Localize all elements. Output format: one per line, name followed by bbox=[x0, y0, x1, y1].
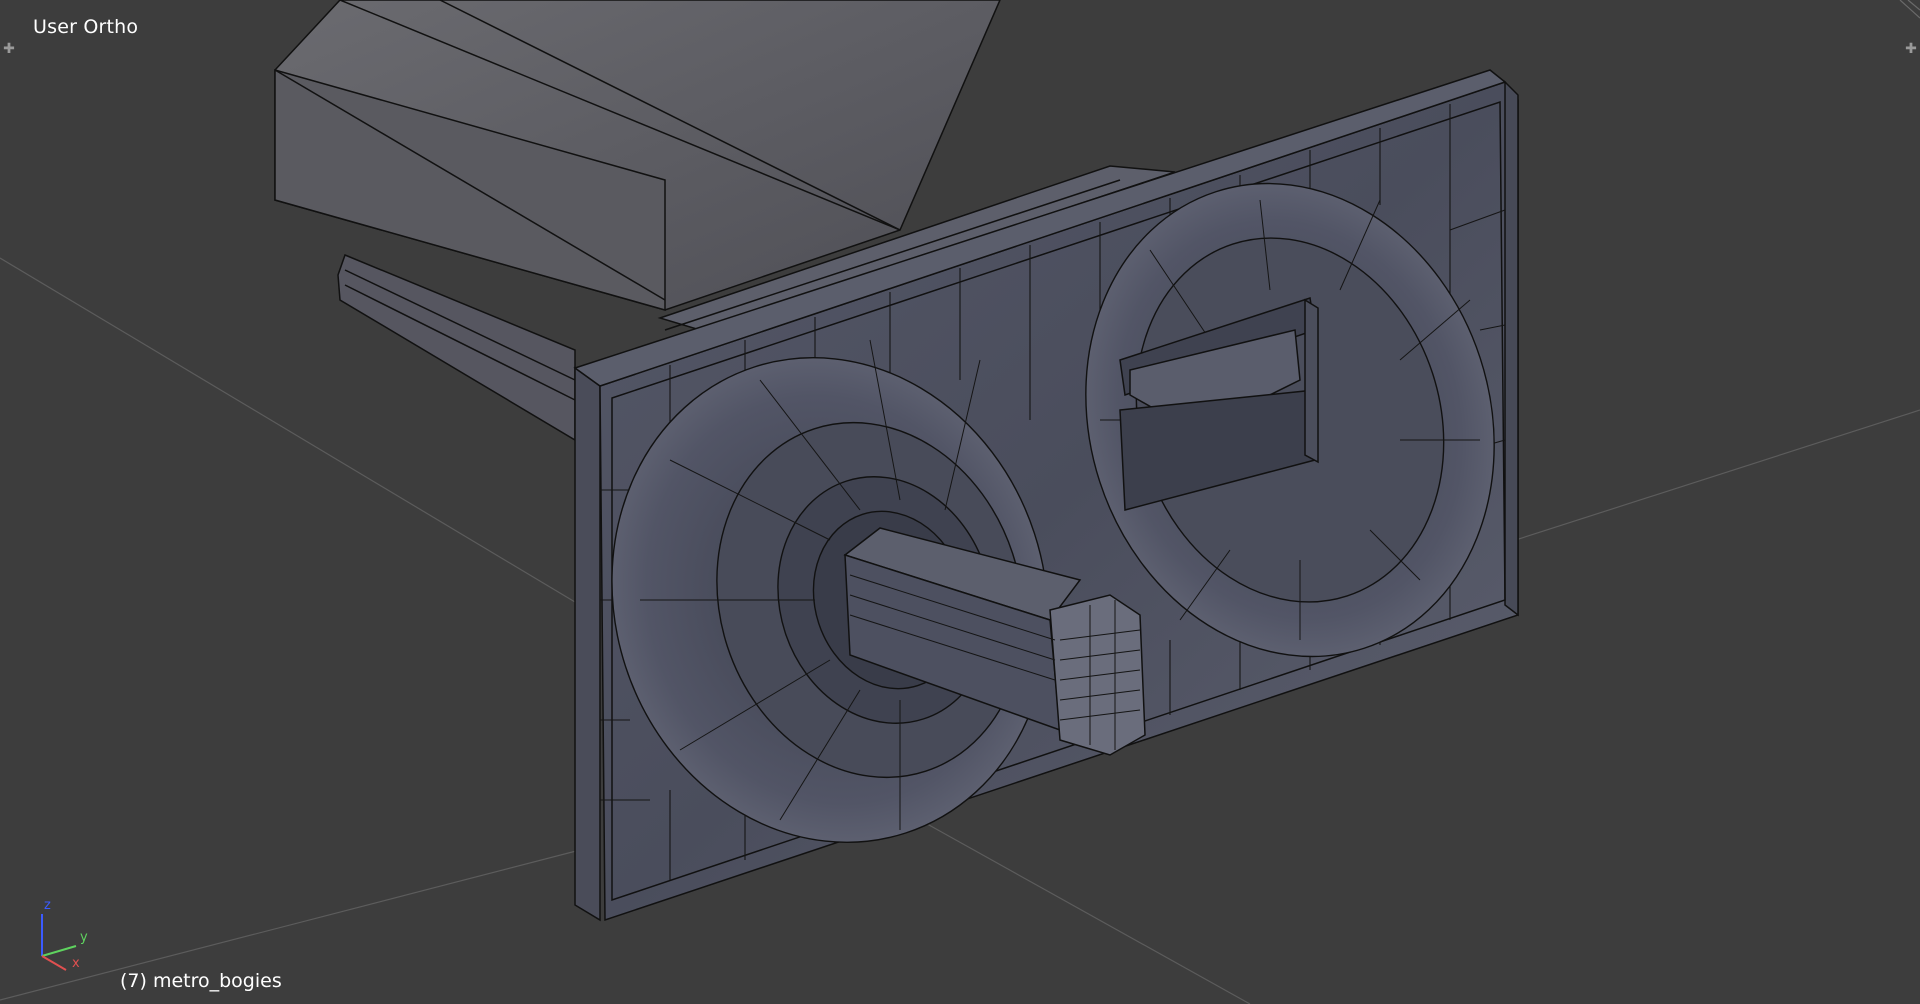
viewport-scene[interactable] bbox=[0, 0, 1920, 1004]
area-corner-stripes bbox=[1899, 0, 1920, 19]
view-name-label: User Ortho bbox=[33, 16, 139, 38]
active-object-label: (7) metro_bogies bbox=[120, 970, 282, 992]
3d-viewport[interactable]: User Ortho ✚ ✚ z y x (7) metro_bogies bbox=[0, 0, 1920, 1004]
z-axis-label: z bbox=[44, 898, 51, 913]
lower-rod bbox=[337, 254, 576, 442]
y-axis-line bbox=[41, 945, 77, 957]
x-axis-label: x bbox=[72, 956, 80, 971]
split-area-plus-icon[interactable]: ✚ bbox=[2, 42, 16, 56]
y-axis-label: y bbox=[80, 930, 88, 945]
split-area-plus-icon-right[interactable]: ✚ bbox=[1904, 42, 1918, 56]
x-axis-line bbox=[41, 955, 67, 971]
axis-orientation-gizmo: z y x bbox=[36, 898, 106, 978]
plate-edge bbox=[574, 366, 601, 922]
